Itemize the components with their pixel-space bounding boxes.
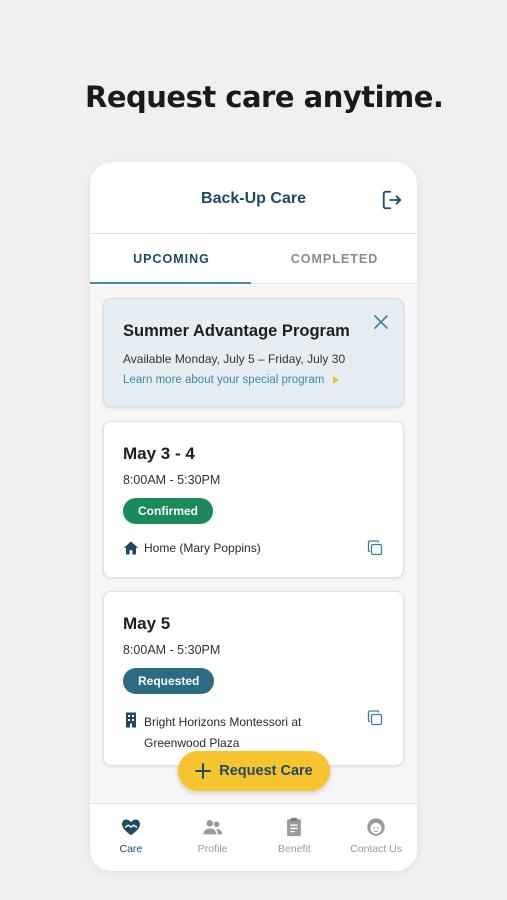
nav-item-care[interactable]: Care — [90, 804, 172, 871]
plus-icon — [195, 763, 212, 779]
booking-time: 8:00AM - 5:30PM — [123, 643, 221, 657]
person-icon — [367, 818, 385, 836]
app-title: Back-Up Care — [201, 190, 306, 207]
booking-card[interactable]: May 3 - 4 8:00AM - 5:30PM Confirmed Home… — [103, 421, 404, 578]
booking-location-line1: Bright Horizons Montessori at — [144, 715, 302, 729]
promo-link-text: Learn more about your special program — [123, 374, 325, 386]
copy-icon[interactable] — [367, 710, 383, 726]
nav-item-profile[interactable]: Profile — [172, 804, 254, 871]
home-icon — [123, 541, 139, 555]
tab-upcoming[interactable]: UPCOMING — [90, 252, 253, 266]
booking-location: Home (Mary Poppins) — [144, 541, 261, 555]
building-icon — [126, 712, 136, 728]
close-icon[interactable] — [374, 315, 388, 329]
promo-title: Summer Advantage Program — [123, 322, 350, 340]
promo-dates: Available Monday, July 5 – Friday, July … — [123, 352, 346, 366]
nav-label: Contact Us — [350, 843, 403, 855]
request-care-label: Request Care — [219, 763, 313, 779]
tab-indicator — [90, 282, 251, 284]
status-badge: Requested — [123, 668, 215, 694]
people-icon — [203, 820, 222, 835]
clipboard-icon — [287, 817, 302, 837]
app-bar: Back-Up Care — [90, 162, 417, 234]
tab-bar: UPCOMING COMPLETED — [90, 234, 417, 284]
arrow-right-icon — [333, 376, 340, 384]
request-care-button[interactable]: Request Care — [178, 751, 330, 791]
bookings-list: Summer Advantage Program Available Monda… — [90, 285, 417, 803]
status-badge: Confirmed — [123, 498, 213, 524]
booking-time: 8:00AM - 5:30PM — [123, 473, 221, 487]
logout-icon[interactable] — [381, 189, 403, 211]
bottom-nav: Care Profile Benefit Contact Us — [90, 803, 417, 871]
promo-learn-more-link[interactable]: Learn more about your special program — [123, 374, 340, 386]
tab-completed[interactable]: COMPLETED — [253, 252, 416, 266]
nav-label: Profile — [197, 843, 228, 855]
booking-location: Bright Horizons Montessori at Greenwood … — [144, 712, 301, 754]
booking-date: May 5 — [123, 614, 171, 633]
promo-banner: Summer Advantage Program Available Monda… — [103, 298, 404, 407]
nav-item-benefit[interactable]: Benefit — [254, 804, 336, 871]
headline: Request care anytime. — [85, 80, 444, 114]
booking-date: May 3 - 4 — [123, 444, 195, 463]
copy-icon[interactable] — [367, 540, 383, 556]
booking-card[interactable]: May 5 8:00AM - 5:30PM Requested Bright H… — [103, 591, 404, 766]
nav-label: Benefit — [278, 843, 311, 855]
nav-item-contact-us[interactable]: Contact Us — [335, 804, 417, 871]
nav-label: Care — [119, 843, 143, 855]
heart-hands-icon — [121, 819, 140, 836]
